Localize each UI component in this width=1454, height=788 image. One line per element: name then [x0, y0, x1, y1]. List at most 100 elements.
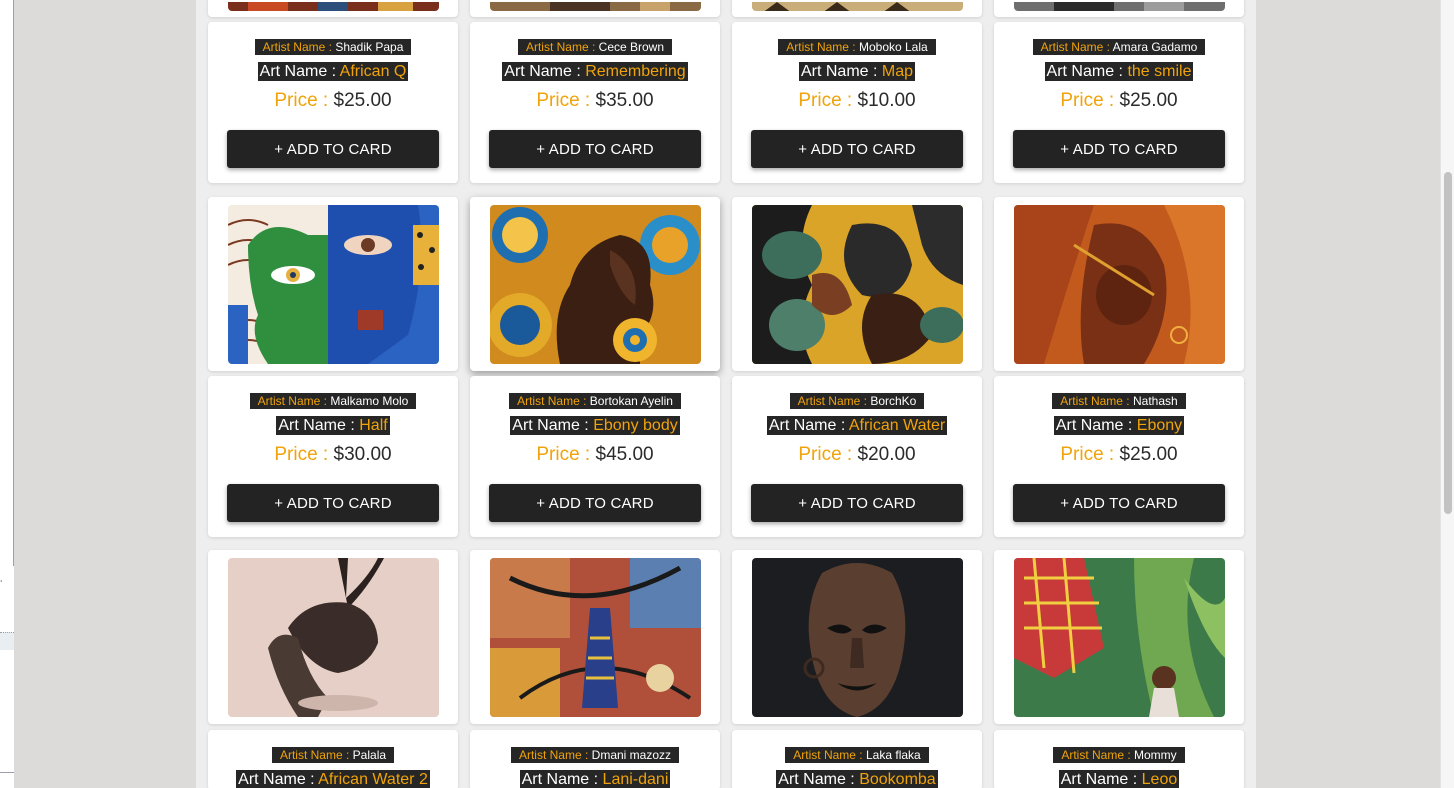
art-name: the smile: [1127, 63, 1192, 80]
art-name: Map: [881, 63, 914, 80]
art-name-line: Art Name : Ebony: [994, 416, 1244, 436]
artist-name: Mommy: [1134, 748, 1177, 762]
artwork-image: [228, 205, 439, 364]
add-to-cart-button[interactable]: + ADD TO CARD: [489, 130, 701, 168]
art-name-line: Art Name : Lani-dani: [470, 770, 720, 788]
art-name: Leoo: [1141, 771, 1178, 788]
art-label: Art Name :: [800, 63, 878, 80]
art-image-card[interactable]: [994, 550, 1244, 724]
price-label: Price :: [798, 444, 853, 465]
artwork-image: [1014, 0, 1225, 11]
artist-label: Artist Name :: [262, 40, 332, 54]
artist-label: Artist Name :: [793, 748, 863, 762]
art-image-card[interactable]: [994, 197, 1244, 371]
product-info-card: Artist Name : Cece Brown Art Name : Reme…: [470, 22, 720, 183]
art-label: Art Name :: [238, 771, 315, 788]
artist-label: Artist Name :: [1060, 394, 1130, 408]
art-name-line: Art Name : the smile: [994, 62, 1244, 82]
art-label: Art Name :: [1060, 771, 1138, 788]
product-info-card: Artist Name : Nathash Art Name : Ebony P…: [994, 376, 1244, 537]
product-info-card: Artist Name : Shadik Papa Art Name : Afr…: [208, 22, 458, 183]
art-name: African Water: [848, 417, 946, 434]
artist-name-line: Artist Name : Cece Brown: [470, 39, 720, 55]
product-info-card: Artist Name : BorchKo Art Name : African…: [732, 376, 982, 537]
artwork-image: [1014, 205, 1225, 364]
art-name: African Water 2: [318, 771, 428, 788]
price-value: $45.00: [595, 444, 654, 465]
art-image-card[interactable]: [732, 0, 982, 17]
price-value: $25.00: [1119, 90, 1178, 111]
art-name-line: Art Name : Remembering: [470, 62, 720, 82]
left-window-edge: ⸱: [0, 0, 14, 788]
product-info-card: Artist Name : Mommy Art Name : Leoo: [994, 730, 1244, 788]
art-name-line: Art Name : African Q: [208, 62, 458, 82]
art-image-card[interactable]: [470, 197, 720, 371]
art-name: Ebony body: [593, 417, 678, 434]
product-info-card: Artist Name : Bortokan Ayelin Art Name :…: [470, 376, 720, 537]
art-image-card[interactable]: [470, 0, 720, 17]
art-label: Art Name :: [768, 417, 846, 434]
art-image-card[interactable]: [208, 197, 458, 371]
edge-glyph: ⸱: [0, 576, 3, 586]
price-line: Price : $25.00: [994, 89, 1244, 113]
art-image-card[interactable]: [470, 550, 720, 724]
artist-label: Artist Name :: [797, 394, 867, 408]
edge-band: [0, 632, 14, 650]
artist-label: Artist Name :: [786, 40, 856, 54]
art-image-card[interactable]: [208, 0, 458, 17]
art-label: Art Name :: [1046, 63, 1123, 80]
artist-name-line: Artist Name : Dmani mazozz: [470, 747, 720, 763]
price-label: Price :: [274, 444, 329, 465]
art-name-line: Art Name : Leoo: [994, 770, 1244, 788]
price-label: Price :: [1060, 90, 1115, 111]
artist-name-line: Artist Name : Malkamo Molo: [208, 393, 458, 409]
artist-name-line: Artist Name : Moboko Lala: [732, 39, 982, 55]
artwork-image: [1014, 558, 1225, 717]
add-to-cart-button[interactable]: + ADD TO CARD: [227, 484, 439, 522]
artist-label: Artist Name :: [257, 394, 327, 408]
price-label: Price :: [1060, 444, 1115, 465]
product-info-card: Artist Name : Dmani mazozz Art Name : La…: [470, 730, 720, 788]
artist-name-line: Artist Name : Mommy: [994, 747, 1244, 763]
add-to-cart-button[interactable]: + ADD TO CARD: [489, 484, 701, 522]
price-line: Price : $30.00: [208, 443, 458, 467]
price-value: $20.00: [857, 444, 916, 465]
add-to-cart-button[interactable]: + ADD TO CARD: [751, 130, 963, 168]
art-name-line: Art Name : Ebony body: [470, 416, 720, 436]
art-name: Remembering: [585, 63, 686, 80]
art-image-card[interactable]: [732, 197, 982, 371]
artist-name-line: Artist Name : BorchKo: [732, 393, 982, 409]
price-line: Price : $20.00: [732, 443, 982, 467]
add-to-cart-button[interactable]: + ADD TO CARD: [751, 484, 963, 522]
art-name-line: Art Name : Bookomba: [732, 770, 982, 788]
price-value: $25.00: [333, 90, 392, 111]
art-image-card[interactable]: [994, 0, 1244, 17]
artist-name: Palala: [352, 748, 387, 762]
edge-divider: [0, 772, 14, 773]
scrollbar-thumb[interactable]: [1444, 172, 1452, 514]
art-name: Half: [359, 417, 388, 434]
artist-name: Laka flaka: [866, 748, 921, 762]
vertical-scrollbar[interactable]: [1440, 0, 1454, 788]
art-name: Lani-dani: [602, 771, 669, 788]
product-info-card: Artist Name : Palala Art Name : African …: [208, 730, 458, 788]
artist-name: Moboko Lala: [858, 40, 928, 54]
price-value: $35.00: [595, 90, 654, 111]
artist-name: Amara Gadamo: [1112, 40, 1198, 54]
artist-name: Nathash: [1133, 394, 1178, 408]
price-line: Price : $25.00: [994, 443, 1244, 467]
price-label: Price :: [536, 444, 591, 465]
artwork-image: [490, 558, 701, 717]
art-label: Art Name :: [504, 63, 581, 80]
art-image-card[interactable]: [208, 550, 458, 724]
art-image-card[interactable]: [732, 550, 982, 724]
add-to-cart-button[interactable]: + ADD TO CARD: [1013, 130, 1225, 168]
art-label: Art Name :: [278, 417, 355, 434]
price-value: $30.00: [333, 444, 392, 465]
product-info-card: Artist Name : Laka flaka Art Name : Book…: [732, 730, 982, 788]
add-to-cart-button[interactable]: + ADD TO CARD: [1013, 484, 1225, 522]
artwork-image: [490, 205, 701, 364]
add-to-cart-button[interactable]: + ADD TO CARD: [227, 130, 439, 168]
price-label: Price :: [798, 90, 853, 111]
artist-name-line: Artist Name : Laka flaka: [732, 747, 982, 763]
